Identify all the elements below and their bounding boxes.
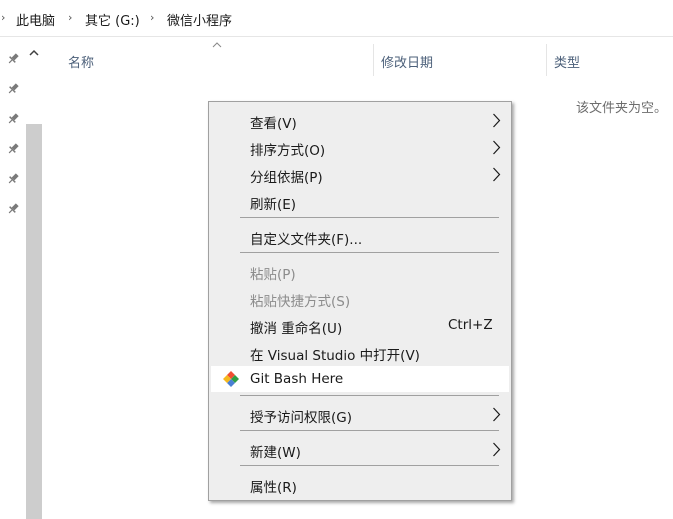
menu-item-label: 粘贴(P) [250,267,296,283]
menu-separator [240,465,499,466]
menu-item-label: 授予访问权限(G) [250,410,352,426]
menu-separator [240,252,499,253]
menu-item-shortcut: Ctrl+Z [448,317,493,333]
git-logo-icon [223,371,239,387]
menu-item-label: 在 Visual Studio 中打开(V) [250,348,420,364]
menu-item-new[interactable]: 新建(W) [211,436,509,462]
navigation-scrollbar-thumb[interactable] [26,124,42,519]
pin-icon[interactable] [6,52,20,66]
menu-item-give-access[interactable]: 授予访问权限(G) [211,401,509,427]
menu-item-customize-folder[interactable]: 自定义文件夹(F)... [211,223,509,249]
menu-item-label: 刷新(E) [250,197,297,213]
column-header-modified-date[interactable]: 修改日期 [381,52,433,71]
menu-item-group-by[interactable]: 分组依据(P) [211,161,509,187]
menu-item-label: 查看(V) [250,116,297,132]
menu-item-label: Git Bash Here [250,371,344,387]
scroll-up-chevron-up-icon[interactable] [26,45,42,61]
menu-item-open-in-visual-studio[interactable]: 在 Visual Studio 中打开(V) [211,339,509,365]
breadcrumb-separator-icon[interactable]: › [68,11,72,24]
pin-icon[interactable] [6,142,20,156]
context-menu: 查看(V) 排序方式(O) 分组依据(P) 刷新(E) 自定义文件夹(F)...… [208,101,512,501]
pin-icon[interactable] [6,82,20,96]
menu-item-paste[interactable]: 粘贴(P) [211,258,509,284]
menu-item-label: 排序方式(O) [250,143,326,159]
chevron-right-icon [493,407,501,422]
menu-item-paste-shortcut[interactable]: 粘贴快捷方式(S) [211,285,509,311]
menu-item-label: 自定义文件夹(F)... [250,232,363,248]
breadcrumb-item-drive-g[interactable]: 其它 (G:) [85,10,140,29]
chevron-right-icon [493,140,501,155]
address-breadcrumb: › 此电脑 › 其它 (G:) › 微信小程序 [0,0,673,37]
menu-item-refresh[interactable]: 刷新(E) [211,188,509,214]
pin-icon[interactable] [6,172,20,186]
pin-icon[interactable] [6,112,20,126]
menu-item-label: 新建(W) [250,445,301,461]
menu-separator [240,395,499,396]
pin-icon[interactable] [6,202,20,216]
menu-item-git-bash-here[interactable]: Git Bash Here [211,366,509,392]
menu-separator [240,217,499,218]
menu-item-properties[interactable]: 属性(R) [211,471,509,497]
breadcrumb-separator-icon[interactable]: › [150,11,154,24]
menu-separator [240,430,499,431]
menu-item-view[interactable]: 查看(V) [211,107,509,133]
chevron-right-icon [493,113,501,128]
breadcrumb-item-current-folder[interactable]: 微信小程序 [167,10,232,29]
menu-item-label: 分组依据(P) [250,170,323,186]
column-header-type[interactable]: 类型 [554,52,580,71]
column-divider[interactable] [373,44,374,76]
menu-item-label: 属性(R) [250,480,297,496]
menu-item-sort-by[interactable]: 排序方式(O) [211,134,509,160]
menu-item-label: 粘贴快捷方式(S) [250,294,351,310]
chevron-right-icon [493,167,501,182]
menu-item-label: 撤消 重命名(U) [250,321,343,337]
chevron-right-icon [493,442,501,457]
empty-folder-message: 该文件夹为空。 [576,101,668,116]
column-header-name[interactable]: 名称 [68,52,94,71]
breadcrumb-item-this-pc[interactable]: 此电脑 [16,10,55,29]
sort-ascending-icon [212,38,222,48]
breadcrumb-separator-icon[interactable]: › [1,11,5,24]
column-divider[interactable] [546,44,547,76]
menu-item-undo-rename[interactable]: 撤消 重命名(U) Ctrl+Z [211,312,509,338]
